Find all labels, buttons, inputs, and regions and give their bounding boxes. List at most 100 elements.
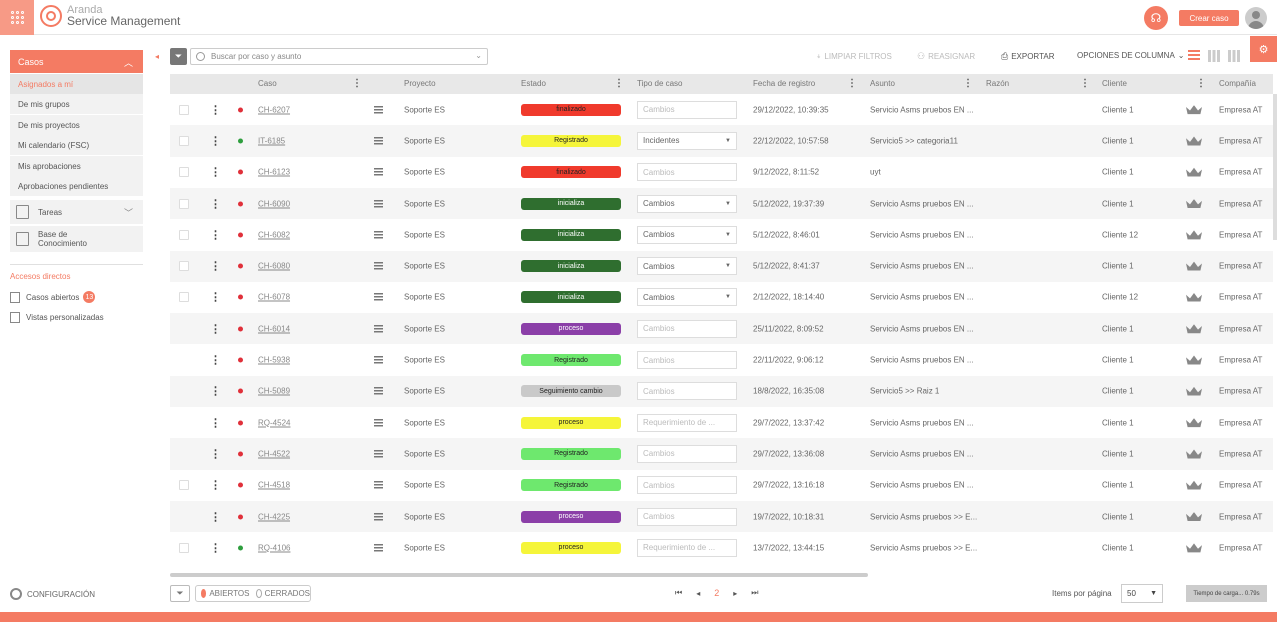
sidebar-item-mis-grupos[interactable]: De mis grupos: [10, 94, 143, 114]
sidebar-casos[interactable]: Casos ︿: [10, 50, 143, 73]
table-row[interactable]: ⋮ CH-6078 Soporte ES inicializa Cambios ▼ 2/12…: [170, 282, 1273, 313]
cerrados-radio[interactable]: [255, 589, 262, 598]
table-row[interactable]: ⋮ IT-6185 Soporte ES Registrado Incidentes ▼ 2…: [170, 125, 1273, 157]
sidebar-item-calendario[interactable]: Mi calendario (FSC): [10, 135, 143, 155]
sidebar-item-base-conocimiento[interactable]: Base de Conocimiento: [10, 226, 143, 252]
row-checkbox[interactable]: [179, 135, 189, 146]
filter-icon[interactable]: ⏷: [170, 585, 190, 602]
user-avatar[interactable]: [1245, 7, 1267, 29]
row-actions-icon[interactable]: ⋮: [210, 385, 221, 398]
case-type-select[interactable]: Cambios: [637, 507, 737, 526]
collapse-sidebar-icon[interactable]: ◂: [155, 52, 159, 61]
search-box[interactable]: Buscar por caso y asunto ⌄: [190, 48, 488, 65]
table-row[interactable]: ⋮ CH-6014 Soporte ES proceso Cambios 25/11/20…: [170, 313, 1273, 345]
column-menu-icon[interactable]: ⋮: [963, 78, 973, 89]
row-checkbox[interactable]: [179, 104, 189, 115]
items-per-page-select[interactable]: 50 ▼: [1121, 584, 1163, 603]
row-actions-icon[interactable]: ⋮: [210, 354, 221, 367]
clear-filters-button[interactable]: ⍖ LIMPIAR FILTROS: [816, 51, 892, 62]
row-actions-icon[interactable]: ⋮: [210, 291, 221, 304]
row-actions-icon[interactable]: ⋮: [210, 416, 221, 429]
list-view-icon[interactable]: [1188, 50, 1200, 62]
export-button[interactable]: ⎙ EXPORTAR: [1001, 51, 1054, 62]
horizontal-scrollbar[interactable]: [170, 573, 868, 577]
case-type-select[interactable]: Cambios: [637, 100, 737, 119]
case-id-link[interactable]: CH-5938: [258, 356, 290, 365]
case-id-link[interactable]: CH-4522: [258, 449, 290, 458]
case-type-select[interactable]: Cambios ▼: [637, 257, 737, 276]
details-icon[interactable]: [374, 512, 383, 521]
case-id-link[interactable]: RQ-4524: [258, 418, 290, 427]
config-button[interactable]: CONFIGURACIÓN: [10, 588, 95, 600]
case-id-link[interactable]: CH-4225: [258, 512, 290, 521]
grid-view-icon[interactable]: [1208, 50, 1220, 62]
row-checkbox[interactable]: [179, 261, 189, 272]
table-row[interactable]: ⋮ CH-6207 Soporte ES finalizado Cambios 29/12…: [170, 94, 1273, 125]
case-type-select[interactable]: Cambios: [637, 319, 737, 338]
side-filter-toggle[interactable]: ⚙: [1250, 36, 1277, 62]
row-actions-icon[interactable]: ⋮: [210, 260, 221, 273]
case-type-select[interactable]: Cambios: [637, 351, 737, 370]
case-id-link[interactable]: IT-6185: [258, 136, 285, 145]
case-type-select[interactable]: Cambios: [637, 163, 737, 182]
details-icon[interactable]: [374, 262, 383, 271]
abiertos-radio[interactable]: [201, 589, 207, 598]
row-actions-icon[interactable]: ⋮: [210, 510, 221, 523]
details-icon[interactable]: [374, 387, 383, 396]
table-row[interactable]: ⋮ CH-6123 Soporte ES finalizado Cambios 9/12/…: [170, 157, 1273, 188]
case-id-link[interactable]: CH-5089: [258, 387, 290, 396]
details-icon[interactable]: [374, 293, 383, 302]
row-checkbox[interactable]: [179, 229, 189, 240]
sidebar-item-pendientes[interactable]: Aprobaciones pendientes: [10, 176, 143, 196]
case-id-link[interactable]: CH-6207: [258, 105, 290, 114]
table-row[interactable]: ⋮ CH-4225 Soporte ES proceso Cambios 19/7/202…: [170, 500, 1273, 533]
details-icon[interactable]: [374, 105, 383, 114]
row-actions-icon[interactable]: ⋮: [210, 103, 221, 116]
table-row[interactable]: ⋮ RQ-4106 Soporte ES proceso Requerimiento d…: [170, 532, 1273, 563]
header-estado[interactable]: Estado: [521, 79, 546, 88]
header-cliente[interactable]: Cliente: [1102, 79, 1127, 88]
header-proyecto[interactable]: Proyecto: [404, 79, 436, 88]
prev-page-icon[interactable]: ◂: [696, 589, 700, 598]
row-checkbox[interactable]: [179, 542, 189, 553]
current-page[interactable]: 2: [714, 588, 719, 598]
details-icon[interactable]: [374, 199, 383, 208]
row-actions-icon[interactable]: ⋮: [210, 541, 221, 554]
last-page-icon[interactable]: ⏭: [751, 588, 758, 598]
case-type-select[interactable]: Requerimiento de ...: [637, 538, 737, 557]
create-case-button[interactable]: Crear caso: [1179, 10, 1239, 26]
column-menu-icon[interactable]: ⋮: [847, 78, 857, 89]
open-closed-toggle[interactable]: ABIERTOS CERRADOS: [195, 585, 311, 602]
case-id-link[interactable]: CH-6082: [258, 230, 290, 239]
shortcut-casos-abiertos[interactable]: Casos abiertos 13: [10, 291, 96, 303]
header-compania[interactable]: Compañía: [1219, 79, 1256, 88]
table-row[interactable]: ⋮ CH-6080 Soporte ES inicializa Cambios ▼ 5/12…: [170, 250, 1273, 282]
details-icon[interactable]: [374, 324, 383, 333]
column-menu-icon[interactable]: ⋮: [1196, 78, 1206, 89]
table-row[interactable]: ⋮ CH-5089 Soporte ES Seguimiento cambio Camb…: [170, 375, 1273, 407]
row-checkbox[interactable]: [179, 167, 189, 178]
details-icon[interactable]: [374, 168, 383, 177]
details-icon[interactable]: [374, 356, 383, 365]
column-options-button[interactable]: OPCIONES DE COLUMNA ⌄: [1077, 51, 1185, 60]
header-fecha[interactable]: Fecha de registro: [753, 79, 815, 88]
details-icon[interactable]: [374, 418, 383, 427]
details-icon[interactable]: [374, 136, 383, 145]
column-menu-icon[interactable]: ⋮: [352, 78, 362, 89]
case-id-link[interactable]: CH-6090: [258, 199, 290, 208]
details-icon[interactable]: [374, 481, 383, 490]
case-id-link[interactable]: CH-6078: [258, 293, 290, 302]
row-actions-icon[interactable]: ⋮: [210, 322, 221, 335]
row-checkbox[interactable]: [179, 292, 189, 303]
reassign-button[interactable]: ⚇ REASIGNAR: [917, 51, 975, 62]
card-view-icon[interactable]: [1228, 50, 1240, 62]
column-menu-icon[interactable]: ⋮: [614, 78, 624, 89]
header-asunto[interactable]: Asunto: [870, 79, 895, 88]
details-icon[interactable]: [374, 543, 383, 552]
details-icon[interactable]: [374, 449, 383, 458]
case-id-link[interactable]: CH-6014: [258, 324, 290, 333]
details-icon[interactable]: [374, 230, 383, 239]
table-row[interactable]: ⋮ RQ-4524 Soporte ES proceso Requerimiento d…: [170, 407, 1273, 438]
case-type-select[interactable]: Incidentes ▼: [637, 131, 737, 150]
row-checkbox[interactable]: [179, 480, 189, 491]
